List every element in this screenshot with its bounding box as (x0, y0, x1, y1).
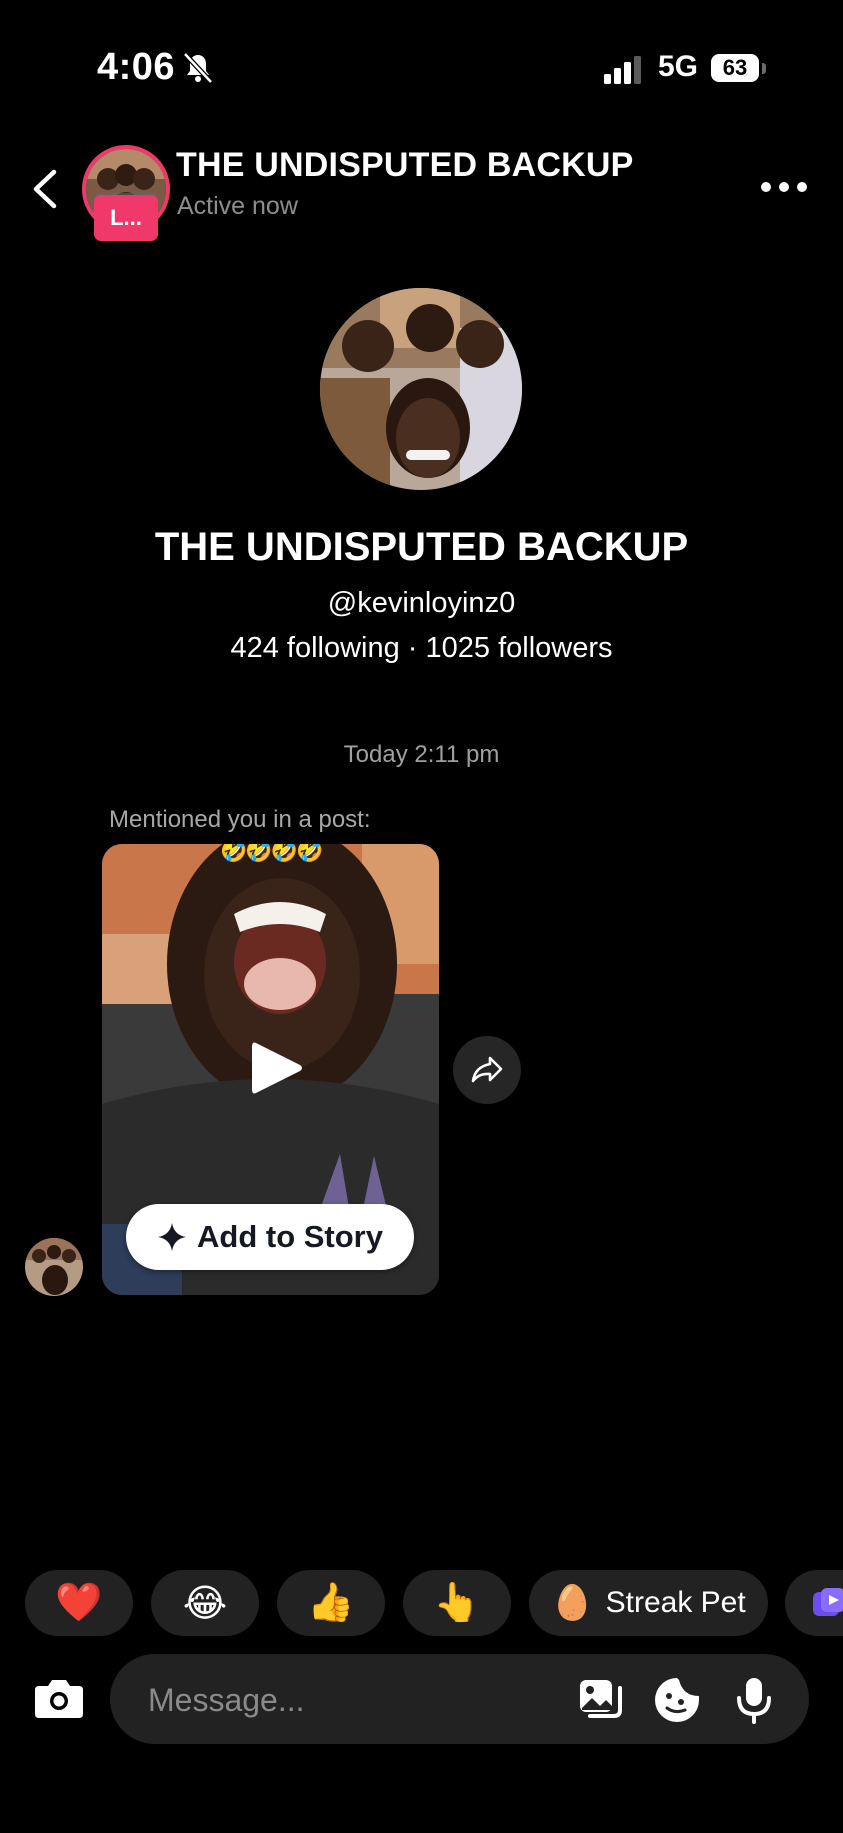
profile-photo[interactable] (320, 288, 522, 490)
battery-icon: 63 (711, 54, 769, 84)
header-live-badge: L... (94, 195, 158, 241)
thumbs-up-emoji: 👍 (307, 1582, 355, 1624)
profile-stats: 424 following · 1025 followers (230, 632, 613, 664)
network-label: 5G (658, 50, 699, 83)
more-quick-actions-chip[interactable] (785, 1570, 843, 1636)
post-emoji-overlay: 🤣🤣🤣🤣 (220, 844, 324, 863)
quick-reaction-thumbs-up[interactable]: 👍 (277, 1570, 385, 1636)
add-to-story-label: Add to Story (197, 1219, 383, 1254)
play-icon[interactable] (248, 1039, 304, 1097)
add-to-story-button[interactable]: Add to Story (126, 1204, 414, 1270)
sparkle-icon (158, 1223, 186, 1251)
point-up-emoji: 👆 (433, 1582, 481, 1624)
message-timestamp: Today 2:11 pm (343, 741, 500, 768)
battery-level: 63 (711, 54, 759, 82)
back-arrow-icon[interactable] (28, 166, 62, 212)
message-input[interactable] (146, 1676, 530, 1724)
chat-title[interactable]: THE UNDISPUTED BACKUP (176, 146, 634, 185)
gallery-icon[interactable] (576, 1676, 624, 1724)
status-time: 4:06 (97, 46, 176, 88)
quick-reaction-laugh[interactable]: 😂 (151, 1570, 259, 1636)
heart-emoji: ❤️ (55, 1582, 103, 1624)
laugh-emoji: 😂 (182, 1582, 228, 1625)
mention-text: Mentioned you in a post: (109, 806, 371, 833)
active-status: Active now (177, 192, 298, 220)
sticker-icon (813, 1588, 843, 1616)
microphone-icon[interactable] (730, 1676, 778, 1724)
egg-emoji: 🥚 (551, 1584, 594, 1622)
more-options-icon[interactable] (761, 182, 807, 196)
sender-avatar[interactable] (25, 1238, 83, 1296)
streak-pet-button[interactable]: 🥚 Streak Pet (529, 1570, 768, 1636)
profile-name: THE UNDISPUTED BACKUP (154, 525, 689, 569)
sticker-emoji-icon[interactable] (653, 1676, 701, 1724)
share-button[interactable] (453, 1036, 521, 1104)
share-arrow-icon (471, 1056, 503, 1083)
camera-icon[interactable] (33, 1676, 85, 1720)
signal-icon (604, 56, 641, 84)
quick-reaction-heart[interactable]: ❤️ (25, 1570, 133, 1636)
bell-muted-icon (183, 52, 213, 84)
streak-pet-label: Streak Pet (605, 1586, 746, 1619)
quick-reaction-point-up[interactable]: 👆 (403, 1570, 511, 1636)
message-composer[interactable] (110, 1654, 809, 1744)
profile-handle: @kevinloyinz0 (327, 587, 516, 619)
